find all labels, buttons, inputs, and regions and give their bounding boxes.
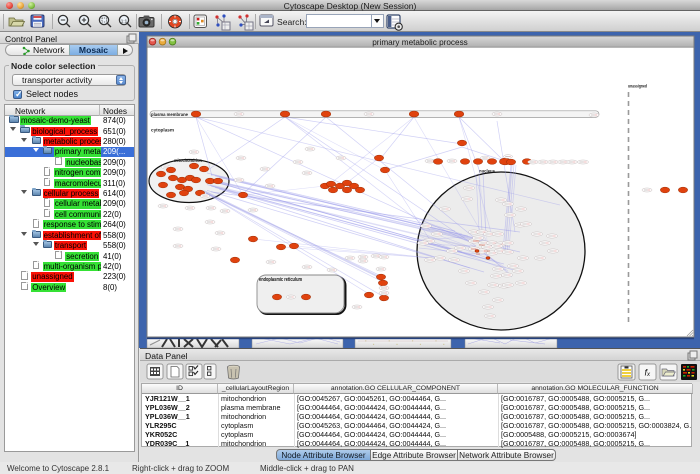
svg-text:unassigned: unassigned <box>628 84 647 90</box>
svg-text:nucleus: nucleus <box>479 169 495 175</box>
svg-text:endoplasmic reticulum: endoplasmic reticulum <box>259 277 302 283</box>
svg-text:fₓ: fₓ <box>645 368 652 378</box>
svg-text:cytoplasm: cytoplasm <box>151 128 174 134</box>
svg-text:primary metabolic process: primary metabolic process <box>372 38 468 47</box>
svg-text:mitochondrion: mitochondrion <box>174 158 202 164</box>
svg-text:plasma membrane: plasma membrane <box>151 112 188 118</box>
